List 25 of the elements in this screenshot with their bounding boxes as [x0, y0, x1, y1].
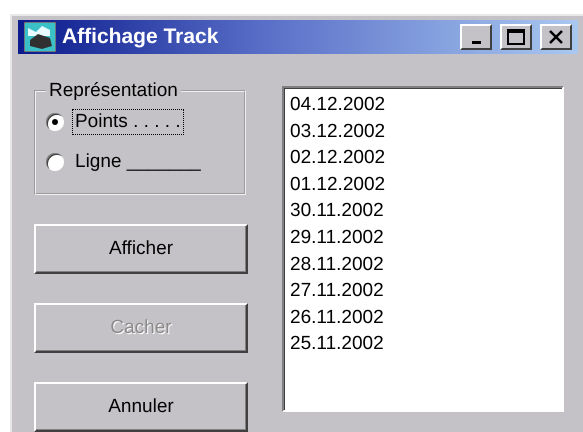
dialog-button[interactable]: Annuler	[34, 382, 248, 432]
dialog-button[interactable]: Afficher	[34, 224, 248, 274]
group-title: Représentation	[48, 80, 179, 102]
list-item[interactable]: 02.12.2002	[290, 145, 556, 172]
list-item[interactable]: 04.12.2002	[290, 92, 556, 119]
close-icon	[548, 30, 564, 44]
close-button[interactable]	[540, 24, 572, 50]
list-item[interactable]: 26.11.2002	[290, 304, 556, 332]
list-item[interactable]: 01.12.2002	[290, 172, 556, 198]
list-item[interactable]: 27.11.2002	[290, 278, 556, 305]
radio-label[interactable]: Ligne _______	[72, 149, 204, 175]
minimize-icon	[472, 41, 480, 44]
radio-label[interactable]: Points . . . . .	[72, 109, 184, 135]
app-icon	[24, 22, 56, 52]
list-item[interactable]: 25.11.2002	[290, 331, 556, 358]
window-title: Affichage Track	[62, 25, 220, 49]
maximize-icon	[507, 29, 525, 45]
radio-button[interactable]	[46, 113, 64, 131]
list-item[interactable]: 28.11.2002	[290, 252, 556, 278]
radio-button[interactable]	[46, 153, 64, 171]
list-item[interactable]: 03.12.2002	[290, 118, 556, 146]
maximize-button[interactable]	[500, 24, 532, 50]
list-item[interactable]: 30.11.2002	[290, 198, 556, 225]
list-item[interactable]: 29.11.2002	[290, 224, 556, 252]
minimize-button[interactable]	[460, 24, 492, 50]
